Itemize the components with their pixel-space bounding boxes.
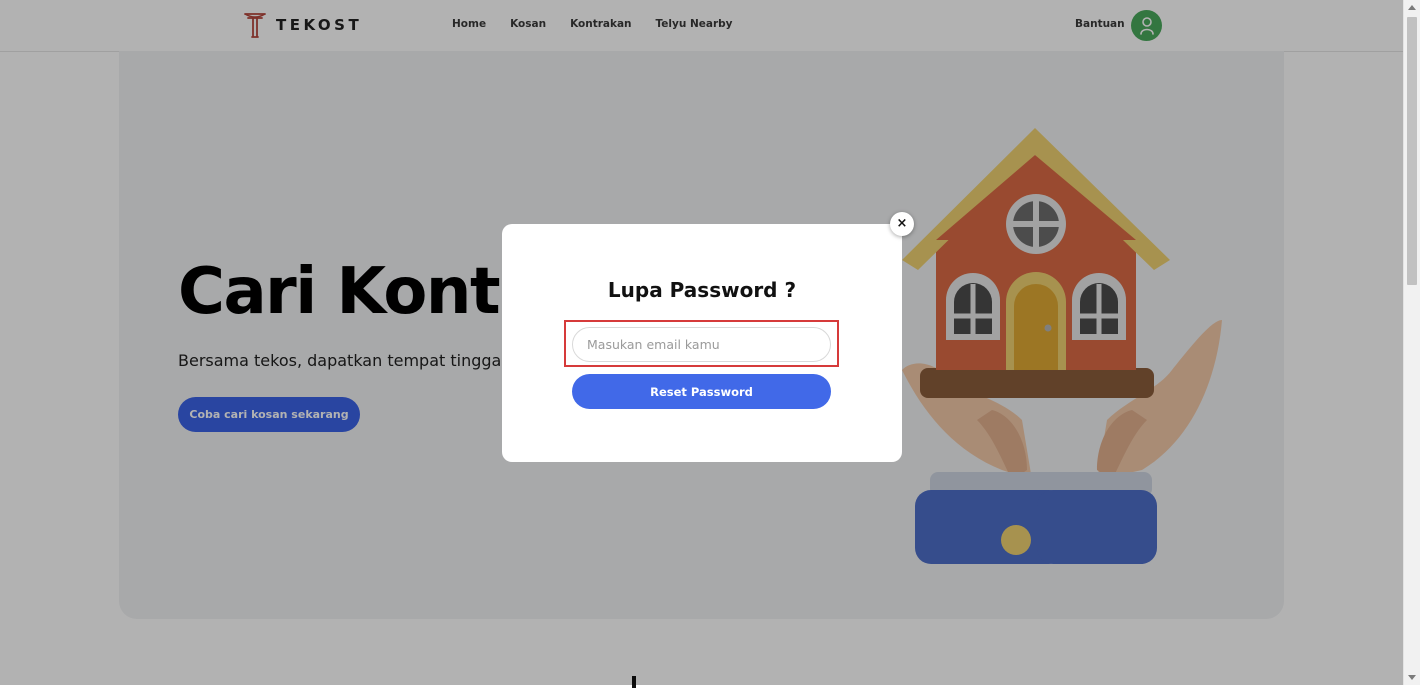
page-scrollbar[interactable] xyxy=(1403,0,1420,685)
forgot-password-modal: Lupa Password ? Reset Password xyxy=(502,224,902,462)
close-icon[interactable]: × xyxy=(890,212,914,236)
scrollbar-thumb[interactable] xyxy=(1407,17,1417,285)
email-input[interactable] xyxy=(572,327,831,362)
scroll-down-arrow-icon[interactable] xyxy=(1408,675,1416,680)
reset-password-button[interactable]: Reset Password xyxy=(572,374,831,409)
modal-title: Lupa Password ? xyxy=(607,278,797,302)
scroll-up-arrow-icon[interactable] xyxy=(1408,5,1416,10)
